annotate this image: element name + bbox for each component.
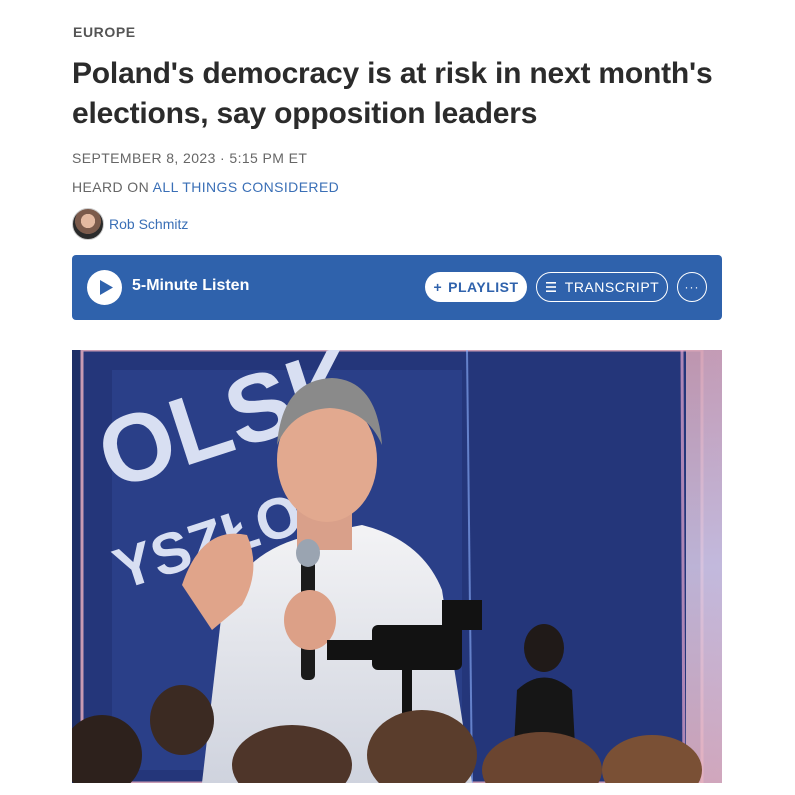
play-button[interactable]: [87, 270, 122, 305]
heard-on-line: HEARD ON ALL THINGS CONSIDERED: [72, 179, 339, 195]
section-label[interactable]: EUROPE: [73, 24, 136, 40]
byline: Rob Schmitz: [72, 208, 188, 240]
author-link[interactable]: Rob Schmitz: [109, 216, 188, 232]
audio-player: 5-Minute Listen + PLAYLIST TRANSCRIPT ··…: [72, 255, 722, 320]
dateline: SEPTEMBER 8, 2023 · 5:15 PM ET: [72, 150, 308, 166]
transcript-button[interactable]: TRANSCRIPT: [536, 272, 668, 302]
transcript-label: TRANSCRIPT: [564, 279, 660, 295]
listen-duration-label: 5-Minute Listen: [132, 277, 250, 294]
playlist-label: PLAYLIST: [448, 279, 519, 295]
show-link[interactable]: ALL THINGS CONSIDERED: [153, 179, 340, 195]
article-photo: OLSK YSZŁOS: [72, 350, 722, 783]
author-avatar[interactable]: [72, 208, 104, 240]
headline: Poland's democracy is at risk in next mo…: [72, 57, 713, 130]
add-to-playlist-button[interactable]: + PLAYLIST: [425, 272, 527, 302]
plus-icon: +: [433, 279, 443, 295]
heard-on-prefix: HEARD ON: [72, 179, 150, 195]
more-options-button[interactable]: ···: [677, 272, 707, 302]
more-icon: ···: [684, 280, 700, 294]
play-icon: [100, 280, 113, 295]
list-icon: [545, 282, 556, 292]
photo-illustration: OLSK YSZŁOS: [72, 350, 722, 783]
